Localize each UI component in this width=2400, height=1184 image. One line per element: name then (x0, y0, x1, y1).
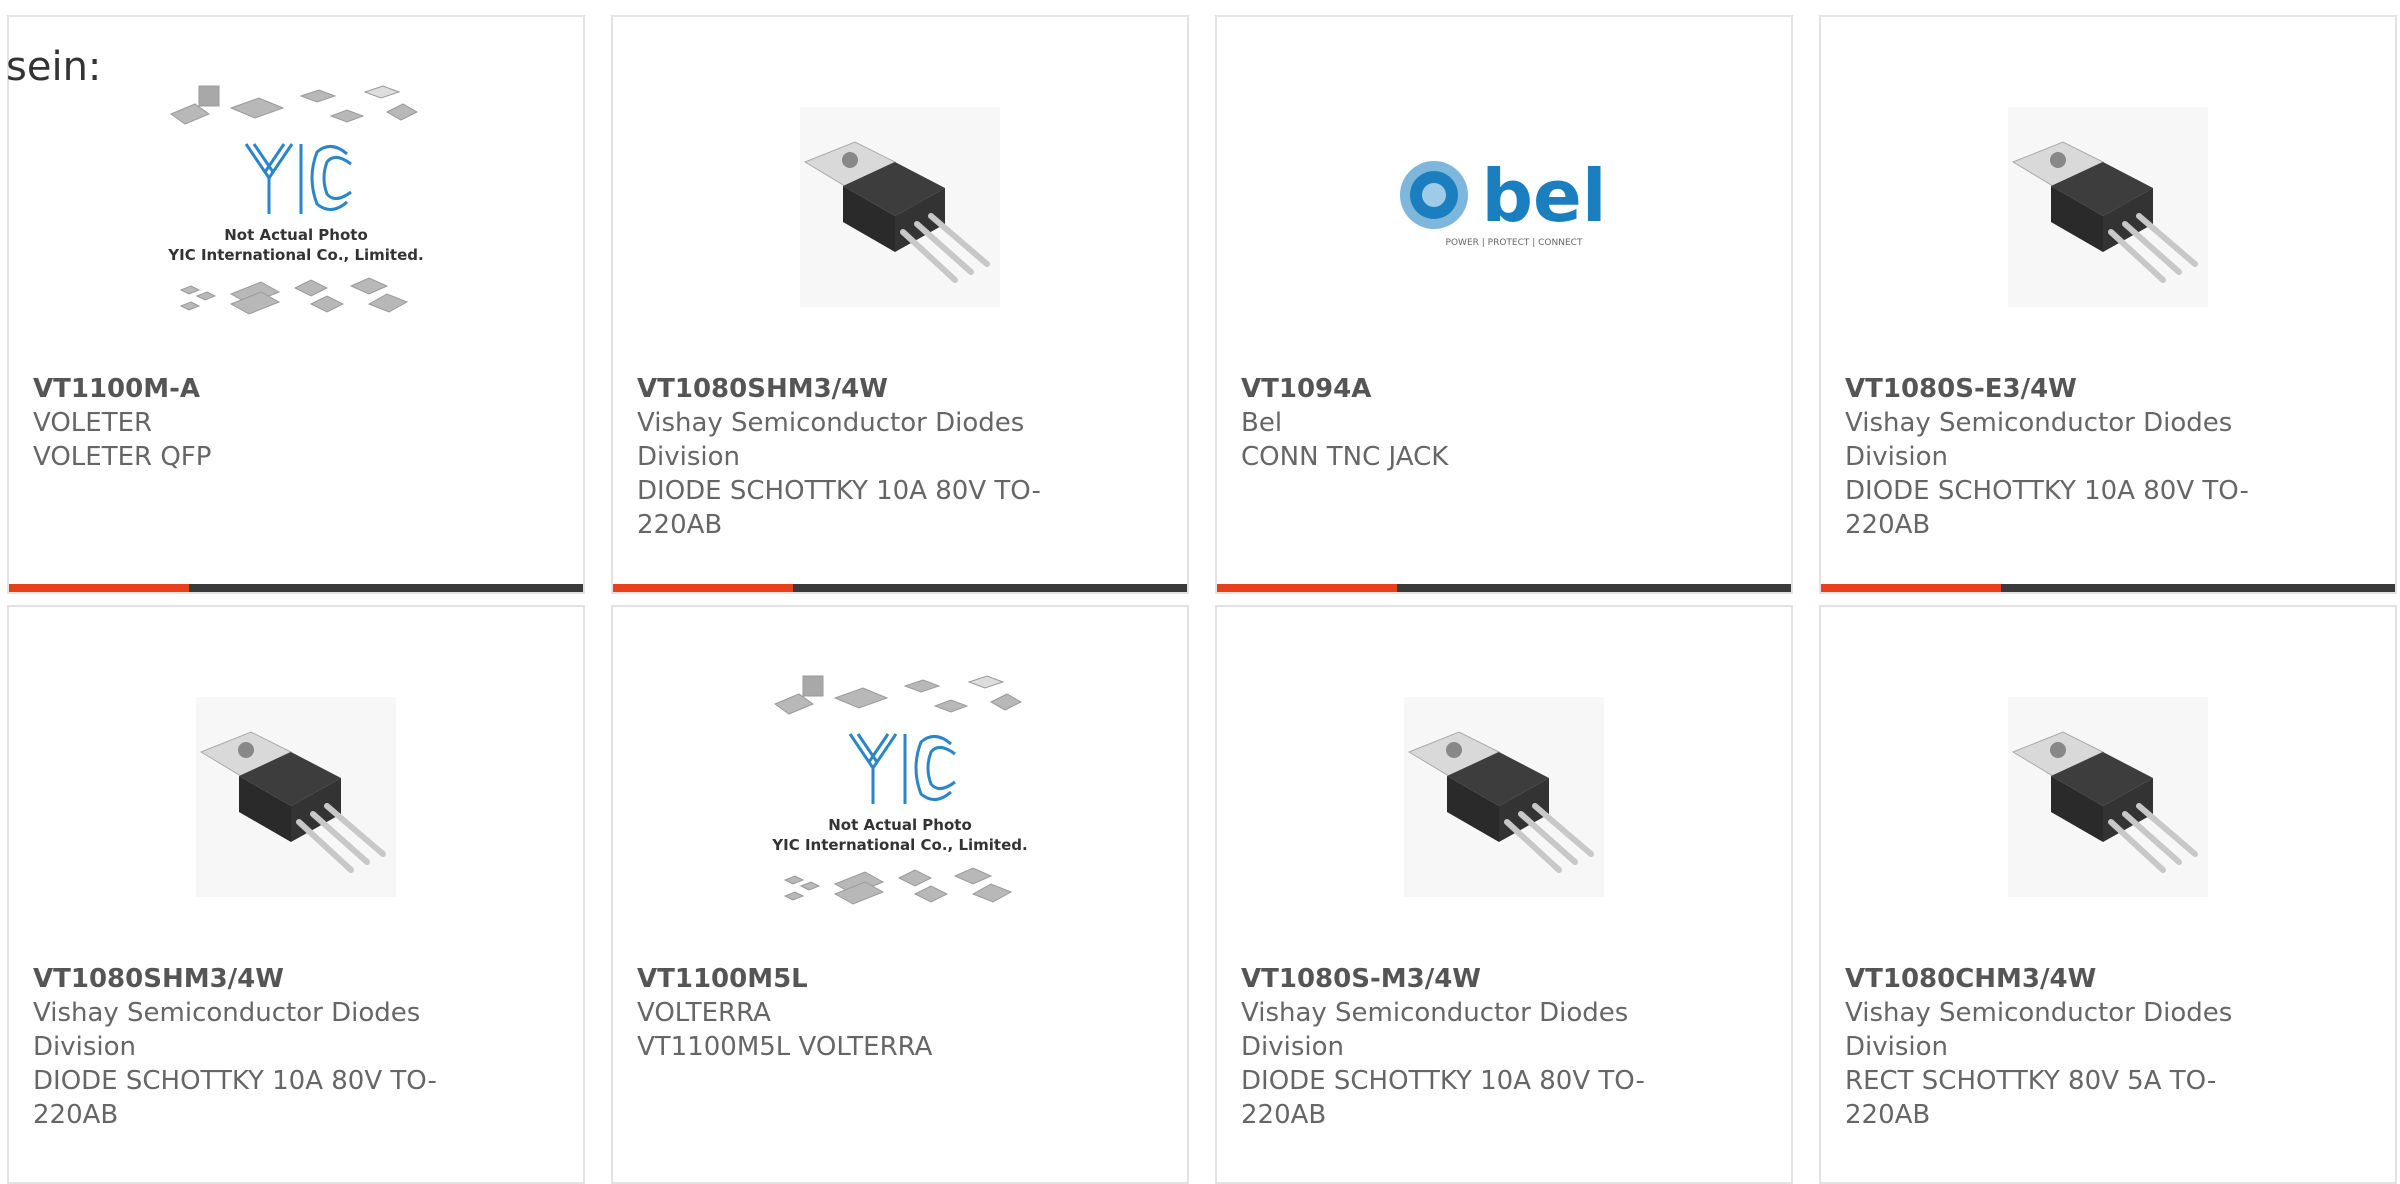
description: DIODE SCHOTTKY 10A 80V TO-220AB (33, 1066, 437, 1130)
product-info: VT1080CHM3/4W Vishay Semiconductor Diode… (1845, 962, 2285, 1132)
product-image[interactable] (9, 687, 583, 907)
product-card[interactable]: bel POWER | PROTECT | CONNECT VT1094A Be… (1215, 15, 1793, 594)
product-card[interactable]: VT1080SHM3/4W Vishay Semiconductor Diode… (611, 15, 1189, 594)
bel-logo-text: bel (1481, 154, 1606, 238)
product-image[interactable] (1217, 687, 1791, 907)
product-card[interactable]: VT1080SHM3/4W Vishay Semiconductor Diode… (7, 605, 585, 1184)
card-bottom-bar (613, 584, 1187, 592)
intro-text: sein: (6, 44, 102, 90)
manufacturer: Vishay Semiconductor Diodes Division (1241, 998, 1629, 1062)
product-card[interactable]: Not Actual Photo YIC International Co., … (7, 15, 585, 594)
to220-diode-image (800, 107, 1000, 307)
product-image[interactable]: bel POWER | PROTECT | CONNECT (1217, 97, 1791, 317)
product-card[interactable]: VT1080CHM3/4W Vishay Semiconductor Diode… (1819, 605, 2397, 1184)
bel-logo-tagline: POWER | PROTECT | CONNECT (1446, 238, 1583, 248)
product-image[interactable] (1821, 687, 2395, 907)
manufacturer: Vishay Semiconductor Diodes Division (1845, 998, 2233, 1062)
product-info: VT1094A Bel CONN TNC JACK (1241, 372, 1681, 474)
product-card[interactable]: Not Actual Photo YIC International Co., … (611, 605, 1189, 1184)
to220-diode-image (196, 697, 396, 897)
product-image[interactable]: Not Actual Photo YIC International Co., … (613, 675, 1187, 907)
card-bottom-bar (1217, 584, 1791, 592)
description: CONN TNC JACK (1241, 442, 1449, 472)
placeholder-line2: YIC International Co., Limited. (167, 246, 423, 264)
product-info: VT1100M-A VOLETER VOLETER QFP (33, 372, 473, 474)
placeholder-line2: YIC International Co., Limited. (771, 836, 1027, 854)
yic-placeholder-image: Not Actual Photo YIC International Co., … (167, 85, 424, 315)
product-info: VT1080SHM3/4W Vishay Semiconductor Diode… (637, 372, 1077, 542)
card-bar-accent (1217, 584, 1397, 592)
product-card[interactable]: VT1080S-E3/4W Vishay Semiconductor Diode… (1819, 15, 2397, 594)
card-bottom-bar (9, 584, 583, 592)
to220-diode-image (2008, 107, 2208, 307)
description: VT1100M5L VOLTERRA (637, 1032, 933, 1062)
description: DIODE SCHOTTKY 10A 80V TO-220AB (1845, 476, 2249, 540)
manufacturer: Bel (1241, 408, 1283, 438)
part-number[interactable]: VT1100M-A (33, 372, 473, 406)
to220-diode-image (2008, 697, 2208, 897)
product-image[interactable] (1821, 97, 2395, 317)
card-bar-accent (613, 584, 793, 592)
to220-diode-image (1404, 697, 1604, 897)
part-number[interactable]: VT1080S-E3/4W (1845, 372, 2285, 406)
manufacturer: VOLTERRA (637, 998, 771, 1028)
card-bottom-bar (1821, 584, 2395, 592)
part-number[interactable]: VT1100M5L (637, 962, 1077, 996)
product-image[interactable] (613, 97, 1187, 317)
description: VOLETER QFP (33, 442, 212, 472)
manufacturer: Vishay Semiconductor Diodes Division (33, 998, 421, 1062)
part-number[interactable]: VT1080CHM3/4W (1845, 962, 2285, 996)
card-bar-accent (9, 584, 189, 592)
product-info: VT1100M5L VOLTERRA VT1100M5L VOLTERRA (637, 962, 1077, 1064)
product-image[interactable]: Not Actual Photo YIC International Co., … (9, 85, 583, 317)
description: RECT SCHOTTKY 80V 5A TO-220AB (1845, 1066, 2217, 1130)
part-number[interactable]: VT1094A (1241, 372, 1681, 406)
description: DIODE SCHOTTKY 10A 80V TO-220AB (637, 476, 1041, 540)
manufacturer: Vishay Semiconductor Diodes Division (637, 408, 1025, 472)
part-number[interactable]: VT1080S-M3/4W (1241, 962, 1681, 996)
part-number[interactable]: VT1080SHM3/4W (33, 962, 473, 996)
product-info: VT1080S-E3/4W Vishay Semiconductor Diode… (1845, 372, 2285, 542)
description: DIODE SCHOTTKY 10A 80V TO-220AB (1241, 1066, 1645, 1130)
manufacturer: Vishay Semiconductor Diodes Division (1845, 408, 2233, 472)
part-number[interactable]: VT1080SHM3/4W (637, 372, 1077, 406)
product-card[interactable]: VT1080S-M3/4W Vishay Semiconductor Diode… (1215, 605, 1793, 1184)
manufacturer: VOLETER (33, 408, 153, 438)
placeholder-line1: Not Actual Photo (828, 816, 972, 834)
card-bar-accent (1821, 584, 2001, 592)
product-info: VT1080S-M3/4W Vishay Semiconductor Diode… (1241, 962, 1681, 1132)
placeholder-line1: Not Actual Photo (224, 226, 368, 244)
yic-placeholder-image: Not Actual Photo YIC International Co., … (771, 675, 1028, 905)
bel-logo-image: bel POWER | PROTECT | CONNECT (1400, 154, 1607, 248)
product-info: VT1080SHM3/4W Vishay Semiconductor Diode… (33, 962, 473, 1132)
